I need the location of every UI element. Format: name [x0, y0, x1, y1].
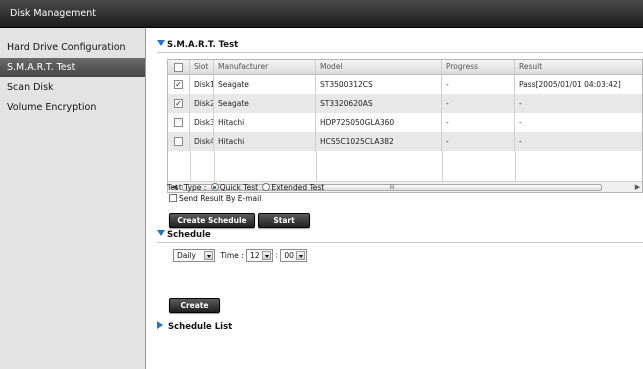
title-bar: Disk Management	[0, 0, 643, 28]
progress-cell: -	[442, 132, 515, 151]
schedule-section-header[interactable]: Schedule	[157, 230, 211, 240]
progress-cell: -	[442, 75, 515, 94]
model-cell: ST3500312CS	[316, 75, 442, 94]
dropdown-arrow-icon	[204, 251, 213, 260]
create-button[interactable]: Create	[169, 298, 220, 313]
row-check-cell: ✓	[168, 94, 190, 113]
hour-select[interactable]: 12	[246, 249, 274, 262]
model-cell: ST3320620AS	[316, 94, 442, 113]
col-header-slot[interactable]: Slot	[190, 60, 214, 74]
slot-cell: Disk3	[190, 113, 214, 132]
time-label: Time :	[220, 250, 244, 260]
sidebar-item-scan-disk[interactable]: Scan Disk	[0, 78, 145, 97]
result-cell: Pass[2005/01/01 04:03:42]	[519, 80, 621, 89]
column-divider	[442, 151, 443, 182]
scroll-right-arrow-icon[interactable]: ▶	[632, 182, 642, 192]
frequency-value: Daily	[177, 251, 196, 260]
collapse-triangle-icon	[157, 230, 165, 236]
column-divider	[214, 151, 215, 182]
column-divider	[515, 151, 516, 182]
minute-select[interactable]: 00	[280, 249, 308, 262]
result-cell: -	[519, 99, 522, 108]
smart-section-header[interactable]: S.M.A.R.T. Test	[157, 40, 238, 50]
progress-cell: -	[442, 113, 515, 132]
table-header: Slot Manufacturer Model Progress Result	[168, 60, 642, 75]
result-cell: -	[519, 137, 522, 146]
slot-cell: Disk4	[190, 132, 214, 151]
row-check-cell: ✓	[168, 75, 190, 94]
section-divider	[157, 242, 643, 243]
email-row: Send Result By E-mail	[169, 194, 261, 203]
manufacturer-cell: Seagate	[214, 94, 316, 113]
schedule-section-title: Schedule	[167, 230, 211, 240]
result-cell: -	[519, 118, 522, 127]
row-check-cell	[168, 113, 190, 132]
window-title: Disk Management	[10, 8, 97, 19]
sidebar: Hard Drive Configuration S.M.A.R.T. Test…	[0, 28, 146, 369]
collapse-triangle-icon	[157, 40, 165, 46]
table-row[interactable]: Disk4 Hitachi HCS5C1025CLA382 - -	[168, 132, 642, 151]
sidebar-item-volume-encryption[interactable]: Volume Encryption	[0, 98, 145, 117]
hour-value: 12	[250, 251, 260, 260]
col-header-manufacturer[interactable]: Manufacturer	[214, 60, 316, 74]
start-button[interactable]: Start	[258, 213, 310, 228]
select-all-checkbox[interactable]	[174, 63, 183, 72]
test-type-label: Test Type :	[167, 183, 207, 192]
create-schedule-button[interactable]: Create Schedule	[169, 213, 255, 228]
table-row[interactable]: ✓ Disk2 Seagate ST3320620AS - -	[168, 94, 642, 113]
manufacturer-cell: Seagate	[214, 75, 316, 94]
extended-test-radio[interactable]	[262, 183, 271, 191]
frequency-select[interactable]: Daily	[173, 249, 215, 262]
quick-test-label[interactable]: Quick Test	[220, 183, 258, 192]
column-divider	[190, 151, 191, 182]
model-cell: HDP725050GLA360	[316, 113, 442, 132]
test-type-row: Test Type : Quick Test Extended Test	[167, 183, 324, 192]
schedule-row: Daily Time : 12 : 00	[173, 249, 308, 262]
sidebar-item-smart-test[interactable]: S.M.A.R.T. Test	[0, 58, 145, 77]
row-checkbox[interactable]: ✓	[174, 99, 183, 108]
extended-test-label[interactable]: Extended Test	[271, 183, 324, 192]
table-row[interactable]: ✓ Disk1 Seagate ST3500312CS - Pass[2005/…	[168, 75, 642, 94]
section-divider	[157, 52, 643, 53]
expand-triangle-icon	[157, 321, 163, 329]
schedule-list-title: Schedule List	[168, 322, 233, 332]
table-row[interactable]: Disk3 Hitachi HDP725050GLA360 - -	[168, 113, 642, 132]
quick-test-radio[interactable]	[210, 183, 219, 191]
schedule-list-header[interactable]: Schedule List	[157, 321, 232, 332]
dropdown-arrow-icon	[296, 251, 306, 260]
dropdown-arrow-icon	[262, 251, 272, 260]
col-header-result[interactable]: Result	[515, 60, 642, 74]
row-checkbox[interactable]	[174, 118, 183, 127]
row-checkbox[interactable]: ✓	[174, 80, 183, 89]
manufacturer-cell: Hitachi	[214, 113, 316, 132]
main-panel: S.M.A.R.T. Test Slot Manufacturer Model …	[147, 28, 643, 369]
sidebar-item-hard-drive-configuration[interactable]: Hard Drive Configuration	[0, 38, 145, 57]
row-checkbox[interactable]	[174, 137, 183, 146]
slot-cell: Disk1	[190, 75, 214, 94]
progress-cell: -	[442, 94, 515, 113]
disk-table: Slot Manufacturer Model Progress Result …	[167, 59, 643, 193]
model-cell: HCS5C1025CLA382	[316, 132, 442, 151]
col-header-model[interactable]: Model	[316, 60, 442, 74]
column-divider	[316, 151, 317, 182]
time-separator: :	[275, 250, 278, 260]
slot-cell: Disk2	[190, 94, 214, 113]
row-check-cell	[168, 132, 190, 151]
manufacturer-cell: Hitachi	[214, 132, 316, 151]
smart-section-title: S.M.A.R.T. Test	[167, 40, 239, 50]
col-header-progress[interactable]: Progress	[442, 60, 515, 74]
send-email-label[interactable]: Send Result By E-mail	[179, 194, 261, 203]
send-email-checkbox[interactable]	[169, 194, 177, 202]
minute-value: 00	[284, 251, 294, 260]
select-all-cell	[168, 60, 190, 74]
table-empty-area	[168, 151, 642, 182]
